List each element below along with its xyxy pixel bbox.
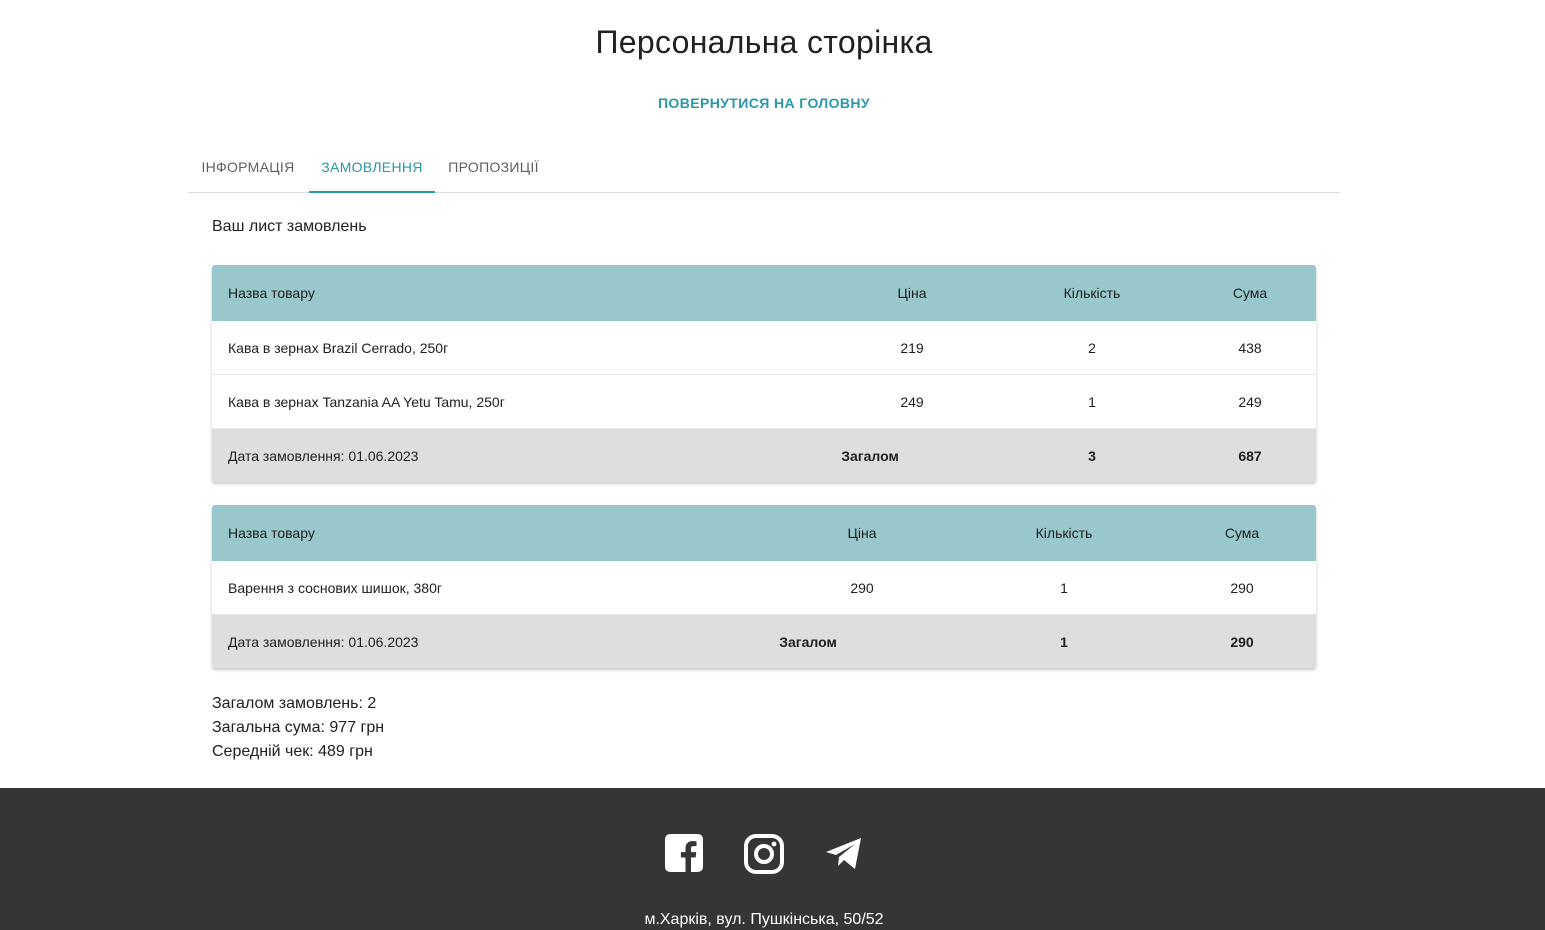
order-total-row: Дата замовлення: 01.06.2023 Загалом 3 68… xyxy=(212,429,1316,482)
table-row: Кава в зернах Tanzania AA Yetu Tamu, 250… xyxy=(212,375,1316,429)
item-sum: 438 xyxy=(1238,339,1262,356)
order-total-row: Дата замовлення: 01.06.2023 Загалом 1 29… xyxy=(212,615,1316,668)
column-name-header: Назва товару xyxy=(228,525,315,541)
order-table-1: Назва товару Ціна Кількість Сума Кава в … xyxy=(212,265,1316,482)
order-total-label: Загалом xyxy=(841,447,899,464)
column-qty-header: Кількість xyxy=(1063,285,1121,301)
item-qty: 1 xyxy=(1088,393,1096,410)
table-header-row: Назва товару Ціна Кількість Сума xyxy=(212,265,1316,321)
order-total-label: Загалом xyxy=(779,633,837,650)
facebook-icon[interactable] xyxy=(664,833,704,873)
order-total-sum: 290 xyxy=(1230,633,1254,650)
order-total-sum: 687 xyxy=(1238,447,1262,464)
order-table-2: Назва товару Ціна Кількість Сума Варення… xyxy=(212,505,1316,668)
item-name: Кава в зернах Tanzania AA Yetu Tamu, 250… xyxy=(228,393,505,410)
tab-information[interactable]: ІНФОРМАЦІЯ xyxy=(188,142,308,191)
telegram-icon[interactable] xyxy=(824,833,864,873)
order-total-qty: 1 xyxy=(1060,633,1068,650)
instagram-icon[interactable] xyxy=(743,833,784,874)
order-total-qty: 3 xyxy=(1088,447,1096,464)
item-sum: 290 xyxy=(1230,579,1254,596)
column-qty-header: Кількість xyxy=(1035,525,1093,541)
item-price: 290 xyxy=(850,579,874,596)
table-row: Кава в зернах Brazil Cerrado, 250г 219 2… xyxy=(212,321,1316,375)
table-header-row: Назва товару Ціна Кількість Сума xyxy=(212,505,1316,561)
tab-offers[interactable]: ПРОПОЗИЦІЇ xyxy=(436,142,551,191)
back-to-home-link[interactable]: ПОВЕРНУТИСЯ НА ГОЛОВНУ xyxy=(0,95,1528,111)
item-qty: 1 xyxy=(1060,579,1068,596)
item-qty: 2 xyxy=(1088,339,1096,356)
orders-count: Загалом замовлень: 2 xyxy=(212,695,377,712)
item-name: Варення з соснових шишок, 380г xyxy=(228,579,442,596)
orders-summary: Загалом замовлень: 2 Загальна сума: 977 … xyxy=(212,692,384,764)
orders-list-title: Ваш лист замовлень xyxy=(212,218,367,235)
table-row: Варення з соснових шишок, 380г 290 1 290 xyxy=(212,561,1316,615)
order-date: Дата замовлення: 01.06.2023 xyxy=(228,633,419,650)
footer: м.Харків, вул. Пушкінська, 50/52 xyxy=(0,788,1545,930)
item-name: Кава в зернах Brazil Cerrado, 250г xyxy=(228,339,449,356)
average-check: Середній чек: 489 грн xyxy=(212,743,373,760)
page-title: Персональна сторінка xyxy=(595,24,933,60)
column-price-header: Ціна xyxy=(897,285,927,301)
tab-orders[interactable]: ЗАМОВЛЕННЯ xyxy=(309,142,435,193)
column-sum-header: Сума xyxy=(1232,285,1268,301)
column-name-header: Назва товару xyxy=(228,285,315,301)
item-price: 249 xyxy=(900,393,924,410)
tabs-bar: ІНФОРМАЦІЯ ЗАМОВЛЕННЯ ПРОПОЗИЦІЇ xyxy=(188,142,1340,193)
column-price-header: Ціна xyxy=(847,525,877,541)
footer-address: м.Харків, вул. Пушкінська, 50/52 xyxy=(644,911,884,928)
order-date: Дата замовлення: 01.06.2023 xyxy=(228,447,419,464)
column-sum-header: Сума xyxy=(1224,525,1260,541)
item-price: 219 xyxy=(900,339,924,356)
orders-total-sum: Загальна сума: 977 грн xyxy=(212,719,385,736)
item-sum: 249 xyxy=(1238,393,1262,410)
